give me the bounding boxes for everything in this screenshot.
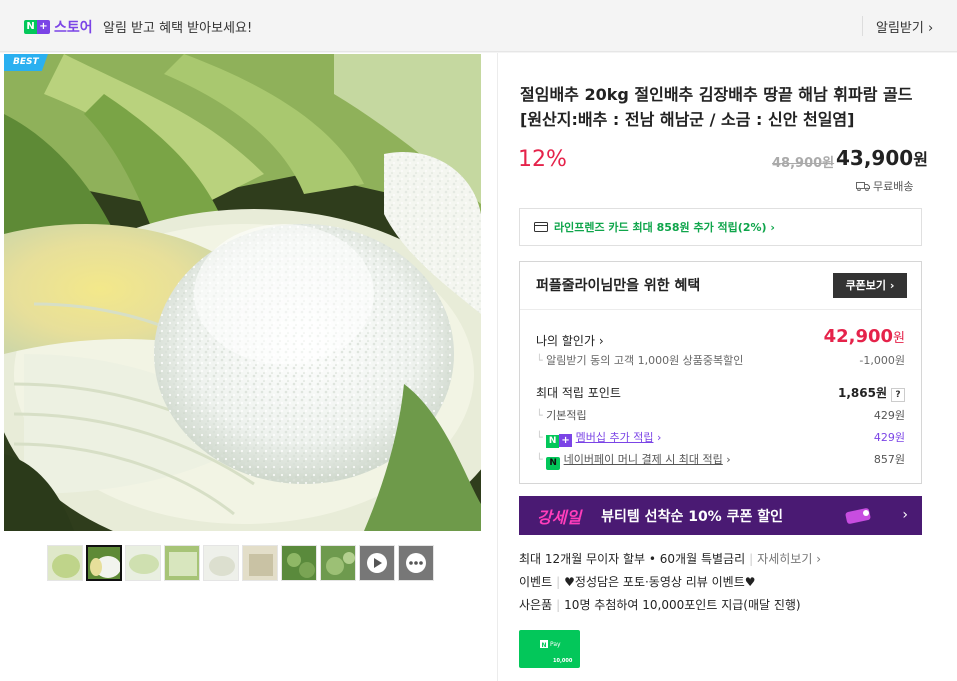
gift-label: 사은품	[519, 598, 553, 612]
installment-detail-link[interactable]: 자세히보기	[757, 552, 812, 566]
alarm-subscribe-button[interactable]: 알림받기 ›	[876, 17, 933, 36]
coupon-view-button[interactable]: 쿠폰보기 ›	[833, 273, 907, 298]
thumbnail-5[interactable]	[203, 545, 239, 581]
store-header: N + 스토어 알림 받고 혜택 받아보세요! 알림받기 ›	[0, 0, 957, 52]
thumbnail-4[interactable]	[164, 545, 200, 581]
my-discount-row: 나의 할인가 › 42,900원	[536, 326, 905, 349]
my-discount-price: 42,900원	[823, 326, 905, 347]
coupon-ticket-icon	[845, 508, 871, 524]
store-label: 스토어	[54, 20, 93, 36]
more-dots-icon	[406, 553, 426, 573]
npay-gift-card-image: N Pay 10,000	[519, 630, 580, 668]
video-thumbnail[interactable]	[359, 545, 395, 581]
notification-promo-text: 알림 받고 혜택 받아보세요!	[103, 21, 253, 36]
thumbnail-strip	[47, 545, 434, 581]
panel-divider	[497, 53, 498, 681]
membership-points-link[interactable]: 멤버십 추가 적립	[576, 431, 654, 444]
truck-icon	[856, 182, 870, 191]
installment-info: 최대 12개월 무이자 할부 • 60개월 특별금리 | 자세히보기 ›	[519, 552, 821, 566]
n-plus-logo-icon: N +	[24, 20, 50, 34]
benefit-divider	[520, 309, 921, 310]
card-promo-link[interactable]: 라인프렌즈 카드 최대 858원 추가 적립(2%) ›	[519, 208, 922, 246]
event-info: 이벤트 | ♥정성담은 포토·동영상 리뷰 이벤트♥	[519, 575, 756, 589]
original-price: 48,900원	[772, 156, 835, 171]
chevron-right-icon: ›	[927, 21, 934, 36]
basic-points-row: └ 기본적립 429원	[536, 409, 905, 422]
points-row: 최대 적립 포인트 1,865원?	[536, 384, 905, 402]
discount-note-row: └ 알림받기 동의 고객 1,000원 상품중복할인 -1,000원	[536, 354, 905, 367]
chevron-right-icon: ›	[770, 220, 775, 234]
thumbnail-7[interactable]	[281, 545, 317, 581]
thumbnail-2-selected[interactable]	[86, 545, 122, 581]
plus-icon: +	[559, 434, 573, 447]
npay-card-amount: 10,000	[553, 658, 573, 664]
more-thumbnails-button[interactable]	[398, 545, 434, 581]
event-label: 이벤트	[519, 575, 553, 589]
naver-pay-icon: N	[546, 457, 561, 470]
product-title: 절임배추 20kg 절인배추 김장배추 땅끝 해남 휘파람 골드 [원산지:배추…	[520, 85, 913, 129]
npay-points-link[interactable]: 네이버페이 머니 결제 시 최대 적립	[564, 453, 723, 466]
thumbnail-1[interactable]	[47, 545, 83, 581]
help-icon[interactable]: ?	[891, 388, 905, 402]
banner-text: 뷰티템 선착순 10% 쿠폰 할인	[601, 508, 783, 525]
best-badge: BEST	[4, 54, 48, 71]
main-product-image[interactable]	[4, 54, 481, 531]
npay-points-row: └ N 네이버페이 머니 결제 시 최대 적립 › 857원	[536, 453, 905, 470]
naver-n-icon: N	[546, 435, 560, 448]
thumbnail-8[interactable]	[320, 545, 356, 581]
member-benefit-box: 퍼플줄라이님만을 위한 혜택 쿠폰보기 › 나의 할인가 › 42,900원 └…	[519, 261, 922, 484]
shipping-info: 무료배송	[856, 178, 913, 194]
gift-text: 10명 추첨하여 10,000포인트 지급(매달 진행)	[564, 598, 801, 612]
npay-card-brand: Pay	[550, 641, 561, 648]
header-divider	[862, 16, 863, 36]
naver-plus-store-logo[interactable]: N + 스토어	[24, 17, 93, 37]
banner-logo: 강세일	[537, 507, 582, 527]
benefit-title: 퍼플줄라이님만을 위한 혜택	[536, 278, 701, 294]
promo-banner[interactable]: 강세일 뷰티템 선착순 10% 쿠폰 할인 ›	[519, 496, 922, 535]
svg-text:N: N	[541, 642, 546, 649]
membership-points-row: └ N + 멤버십 추가 적립 › 429원	[536, 431, 905, 448]
my-discount-label[interactable]: 나의 할인가 ›	[536, 334, 604, 348]
thumbnail-6[interactable]	[242, 545, 278, 581]
credit-card-icon	[534, 222, 548, 232]
play-icon	[367, 553, 387, 573]
gift-info: 사은품 | 10명 추첨하여 10,000포인트 지급(매달 진행)	[519, 598, 801, 612]
chevron-right-icon: ›	[889, 279, 895, 292]
discount-rate: 12%	[518, 147, 567, 172]
thumbnail-3[interactable]	[125, 545, 161, 581]
sale-price: 43,900원	[836, 146, 928, 170]
points-total: 1,865원?	[838, 384, 905, 402]
event-text: ♥정성담은 포토·동영상 리뷰 이벤트♥	[564, 575, 756, 589]
chevron-right-icon: ›	[902, 507, 908, 523]
